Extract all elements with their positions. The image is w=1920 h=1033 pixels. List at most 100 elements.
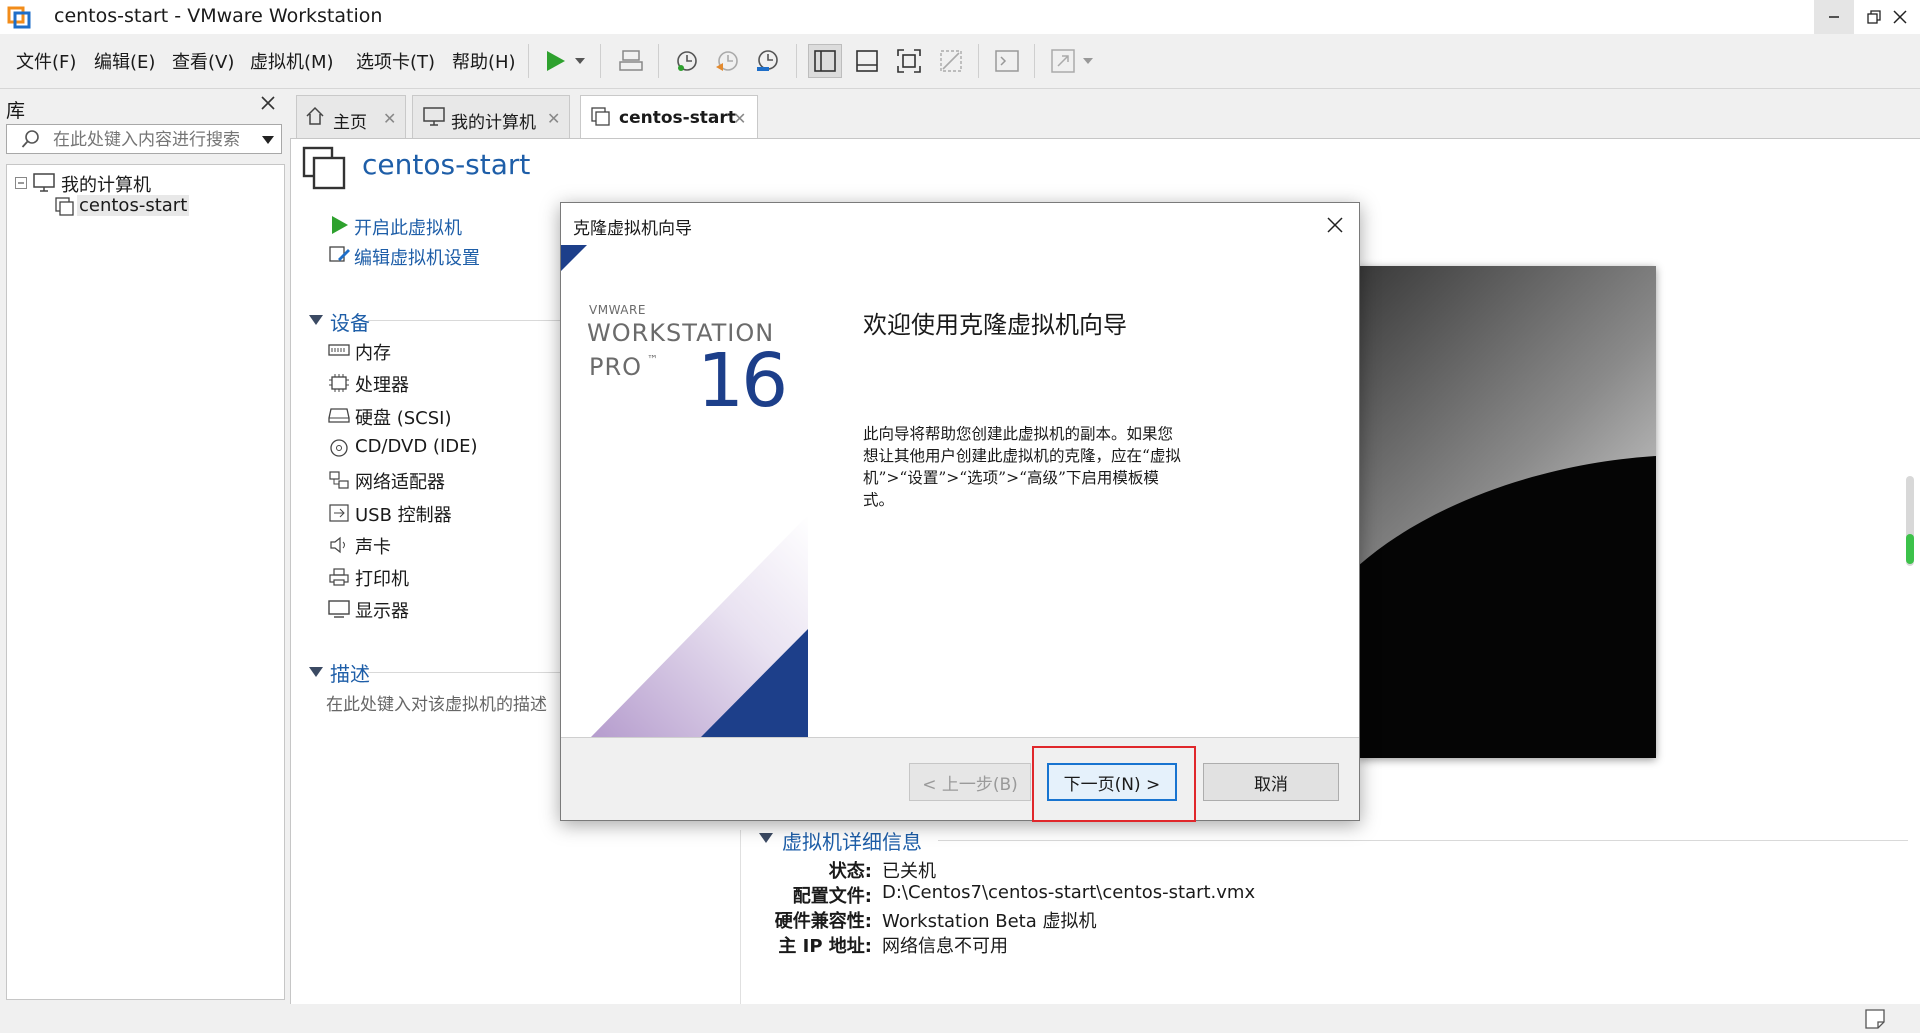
revert-snapshot-icon[interactable] — [710, 44, 744, 78]
tab-centos-start-close-icon[interactable]: ✕ — [733, 109, 746, 128]
side-scroll-indicator[interactable] — [1904, 476, 1916, 566]
status-bar — [0, 1004, 1920, 1033]
stretch-guest-icon[interactable] — [1046, 44, 1080, 78]
tab-centos-start-label: centos-start — [619, 108, 736, 128]
close-window-button[interactable] — [1880, 0, 1920, 34]
home-icon — [305, 106, 325, 126]
dialog-body: VMWARE WORKSTATION PRO ™ 16 欢迎使用克隆虚拟机向导 … — [561, 245, 1359, 738]
vm-name-title: centos-start — [362, 148, 531, 181]
brand-trademark: ™ — [647, 353, 658, 366]
brand-vendor: VMWARE — [589, 303, 646, 317]
tab-my-computer-close-icon[interactable]: ✕ — [547, 109, 560, 128]
library-search-box[interactable] — [6, 124, 282, 154]
minimize-button[interactable] — [1814, 0, 1854, 34]
description-collapse-icon[interactable] — [308, 666, 324, 678]
tab-home-close-icon[interactable]: ✕ — [383, 109, 396, 128]
device-item[interactable]: 硬盘 (SCSI) — [355, 404, 452, 430]
cpu-icon — [328, 373, 350, 393]
library-title: 库 — [6, 100, 26, 122]
detail-ip-key: 主 IP 地址: — [778, 936, 872, 957]
device-item[interactable]: 打印机 — [355, 565, 409, 591]
wizard-heading: 欢迎使用克隆虚拟机向导 — [863, 311, 1127, 339]
vm-large-icon — [302, 146, 346, 190]
my-computer-icon — [33, 173, 55, 193]
device-item[interactable]: USB 控制器 — [355, 501, 452, 527]
menu-view[interactable]: 查看(V) — [172, 48, 234, 74]
power-dropdown-icon[interactable] — [570, 44, 590, 78]
vm-icon — [55, 197, 75, 217]
device-item[interactable]: CD/DVD (IDE) — [355, 436, 478, 457]
full-screen-icon[interactable] — [892, 44, 926, 78]
power-on-vm-link[interactable]: 开启此虚拟机 — [354, 214, 462, 240]
menu-tabs[interactable]: 选项卡(T) — [356, 48, 435, 74]
window-title: centos-start - VMware Workstation — [54, 5, 383, 27]
dialog-title-bar: 克隆虚拟机向导 — [561, 203, 1359, 245]
power-on-icon — [330, 214, 350, 236]
next-button-highlight-box — [1032, 746, 1196, 822]
tab-my-computer-label: 我的计算机 — [451, 113, 536, 133]
wizard-description: 此向导将帮助您创建此虚拟机的副本。如果您想让其他用户创建此虚拟机的克隆，应在“虚… — [863, 425, 1181, 509]
network-icon — [328, 470, 350, 490]
devices-collapse-icon[interactable] — [308, 314, 324, 326]
brand-edition: PRO — [589, 353, 643, 381]
tree-item-centos-start[interactable]: centos-start — [77, 195, 190, 216]
vm-tab-icon — [591, 107, 611, 127]
power-on-play-icon[interactable] — [538, 44, 572, 78]
detail-ip-value: 网络信息不可用 — [882, 936, 1008, 957]
library-close-icon[interactable] — [260, 95, 276, 111]
edit-vm-settings-link[interactable]: 编辑虚拟机设置 — [354, 244, 480, 270]
vm-screen-preview[interactable] — [1358, 266, 1656, 758]
tab-home[interactable]: 主页 ✕ — [296, 95, 406, 139]
search-icon — [21, 129, 41, 149]
detail-config-value: D:\Centos7\centos-start\centos-start.vmx — [882, 882, 1256, 903]
device-item[interactable]: 内存 — [355, 339, 391, 365]
detail-state-value: 已关机 — [882, 861, 936, 882]
clone-vm-wizard-dialog: 克隆虚拟机向导 VMWARE WORKSTATION PRO ™ 16 欢迎使用… — [560, 202, 1360, 821]
dialog-title: 克隆虚拟机向导 — [573, 219, 692, 239]
tree-item-my-computer[interactable]: 我的计算机 — [61, 171, 151, 197]
thumbnail-bar-icon[interactable] — [850, 44, 884, 78]
description-placeholder[interactable]: 在此处键入对该虚拟机的描述 — [326, 690, 547, 715]
library-search-input[interactable] — [51, 127, 255, 153]
description-heading: 描述 — [330, 662, 370, 686]
harddisk-icon — [328, 406, 350, 424]
memory-icon — [328, 341, 350, 359]
detail-config-key: 配置文件: — [792, 886, 872, 907]
device-item[interactable]: 显示器 — [355, 597, 409, 623]
message-log-icon[interactable] — [1864, 1008, 1886, 1030]
computer-icon — [423, 107, 445, 127]
console-view-icon[interactable] — [990, 44, 1024, 78]
cancel-button[interactable]: 取消 — [1203, 763, 1339, 801]
cdrom-icon — [328, 438, 350, 458]
device-item[interactable]: 处理器 — [355, 371, 409, 397]
brand-panel: VMWARE WORKSTATION PRO ™ 16 — [561, 245, 808, 737]
menu-edit[interactable]: 编辑(E) — [94, 48, 155, 74]
send-ctrl-alt-del-icon[interactable] — [614, 44, 648, 78]
snapshot-manager-icon[interactable] — [750, 44, 784, 78]
brand-version: 16 — [697, 338, 788, 424]
device-item[interactable]: 网络适配器 — [355, 468, 445, 494]
menu-vm[interactable]: 虚拟机(M) — [250, 48, 334, 74]
back-button[interactable]: < 上一步(B) — [909, 763, 1031, 801]
device-item[interactable]: 声卡 — [355, 533, 391, 559]
tab-my-computer[interactable]: 我的计算机 ✕ — [412, 95, 570, 139]
menu-file[interactable]: 文件(F) — [16, 48, 76, 74]
collapse-toggle-icon[interactable] — [15, 177, 27, 189]
menu-help[interactable]: 帮助(H) — [452, 48, 516, 74]
search-dropdown-icon[interactable] — [261, 135, 275, 145]
library-tree: 我的计算机 centos-start — [6, 164, 285, 1000]
detail-state-key: 状态: — [828, 861, 872, 882]
tab-home-label: 主页 — [333, 113, 367, 133]
snapshot-icon[interactable] — [670, 44, 704, 78]
display-icon — [328, 599, 350, 619]
detail-compat-key: 硬件兼容性: — [774, 911, 872, 932]
unity-icon[interactable] — [934, 44, 968, 78]
vm-details-heading: 虚拟机详细信息 — [782, 830, 922, 854]
stretch-dropdown-icon[interactable] — [1080, 44, 1096, 78]
show-library-icon[interactable] — [808, 44, 842, 78]
details-collapse-icon[interactable] — [758, 832, 774, 844]
dialog-close-icon[interactable] — [1319, 211, 1351, 239]
tab-centos-start[interactable]: centos-start ✕ — [580, 95, 758, 139]
printer-icon — [328, 567, 350, 587]
menu-toolbar: 文件(F) 编辑(E) 查看(V) 虚拟机(M) 选项卡(T) 帮助(H) — [0, 34, 1920, 89]
